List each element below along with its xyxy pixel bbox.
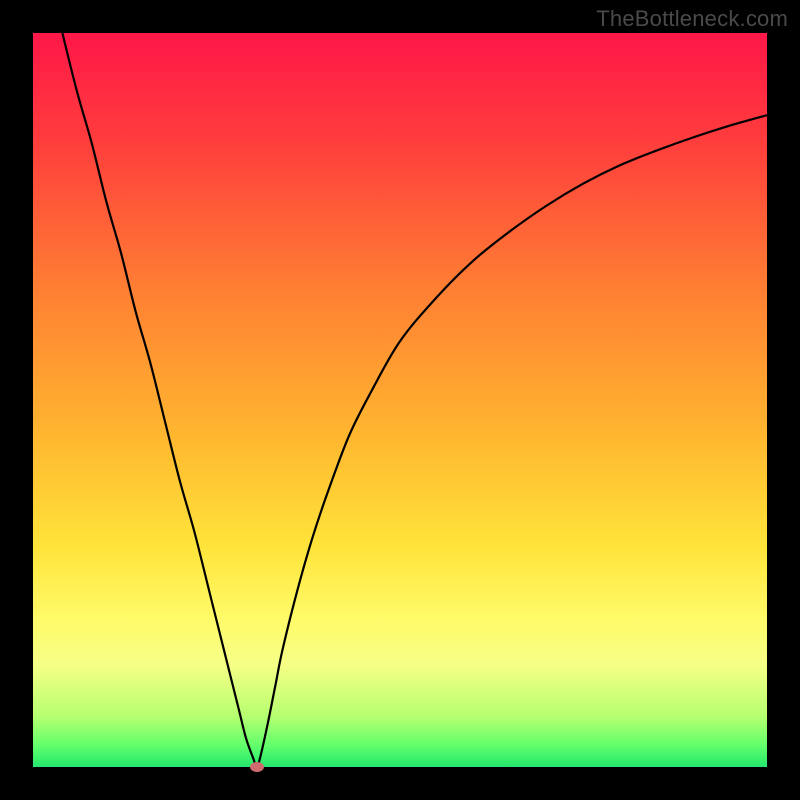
plot-area bbox=[33, 33, 767, 767]
optimum-marker bbox=[250, 762, 264, 772]
bottleneck-curve bbox=[33, 33, 767, 767]
watermark-text: TheBottleneck.com bbox=[596, 6, 788, 32]
curve-path bbox=[62, 33, 767, 767]
chart-frame: TheBottleneck.com bbox=[0, 0, 800, 800]
